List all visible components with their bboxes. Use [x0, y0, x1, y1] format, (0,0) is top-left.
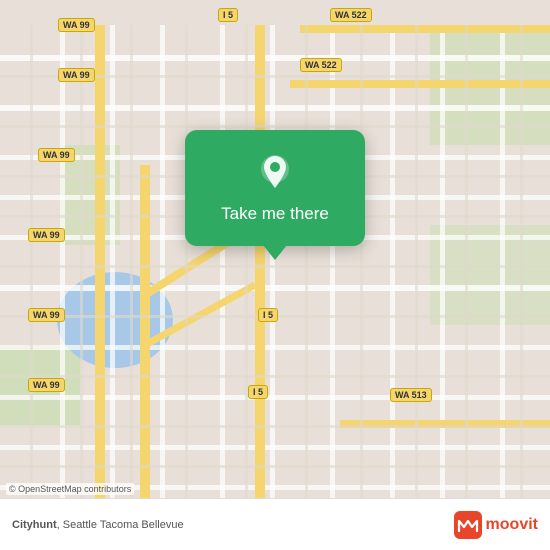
app-info: Cityhunt, Seattle Tacoma Bellevue — [12, 519, 454, 531]
popup-label: Take me there — [221, 204, 329, 224]
road-label-wa522-2: WA 522 — [300, 58, 342, 72]
moovit-icon — [454, 511, 482, 539]
map-svg — [0, 0, 550, 550]
road-label-wa99-4: WA 99 — [28, 228, 65, 242]
road-label-wa99-2: WA 99 — [58, 68, 95, 82]
road-label-i5-3: I 5 — [248, 385, 268, 399]
road-label-wa513: WA 513 — [390, 388, 432, 402]
moovit-logo: moovit — [454, 511, 538, 539]
bottom-bar: Cityhunt, Seattle Tacoma Bellevue moovit — [0, 498, 550, 550]
map-container: WA 99 WA 99 WA 99 WA 99 WA 99 WA 99 WA 5… — [0, 0, 550, 550]
road-label-wa99-6: WA 99 — [28, 378, 65, 392]
moovit-text: moovit — [486, 516, 538, 534]
road-label-wa522-1: WA 522 — [330, 8, 372, 22]
road-label-wa99-5: WA 99 — [28, 308, 65, 322]
road-label-i5-2: I 5 — [258, 308, 278, 322]
road-label-wa99-1: WA 99 — [58, 18, 95, 32]
app-name: Cityhunt — [12, 519, 57, 531]
location-pin-icon — [253, 150, 297, 194]
popup-card[interactable]: Take me there — [185, 130, 365, 246]
road-label-wa99-3: WA 99 — [38, 148, 75, 162]
road-label-i5-1: I 5 — [218, 8, 238, 22]
app-location: Seattle Tacoma Bellevue — [63, 519, 184, 531]
map-attribution: © OpenStreetMap contributors — [6, 483, 134, 495]
